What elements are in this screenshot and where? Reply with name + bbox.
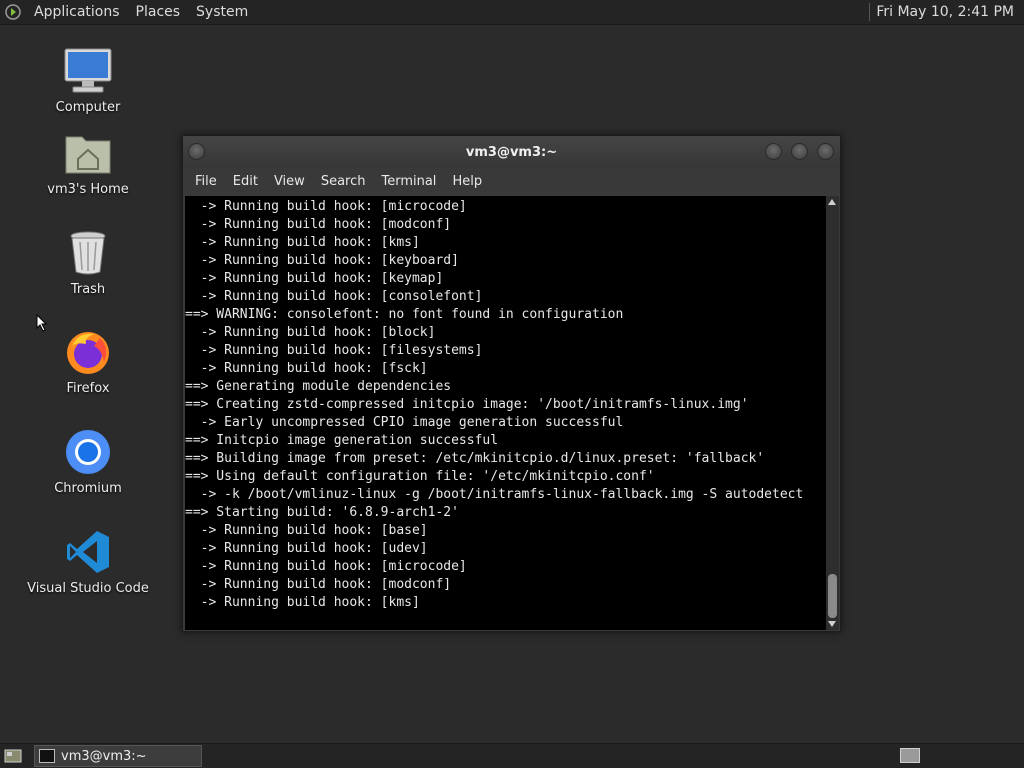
home-folder-icon bbox=[62, 128, 114, 178]
show-desktop-icon[interactable] bbox=[2, 747, 24, 765]
clock[interactable]: Fri May 10, 2:41 PM bbox=[876, 4, 1024, 20]
terminal-output[interactable]: -> Running build hook: [microcode] -> Ru… bbox=[185, 196, 826, 630]
desktop-icon-chromium[interactable]: Chromium bbox=[28, 427, 148, 496]
desktop-icon-trash[interactable]: Trash bbox=[28, 228, 148, 297]
menu-help[interactable]: Help bbox=[444, 174, 490, 189]
trash-icon bbox=[62, 228, 114, 278]
terminal-icon bbox=[39, 749, 55, 763]
terminal-line: -> Running build hook: [keyboard] bbox=[185, 253, 459, 268]
terminal-line: -> Early uncompressed CPIO image generat… bbox=[185, 415, 624, 430]
top-panel: Applications Places System Fri May 10, 2… bbox=[0, 0, 1024, 25]
taskbar-window-label: vm3@vm3:~ bbox=[61, 748, 147, 764]
terminal-line: -> Running build hook: [kms] bbox=[185, 595, 420, 610]
desktop-icon-label: Trash bbox=[70, 282, 106, 297]
terminal-line: -> Running build hook: [microcode] bbox=[185, 199, 467, 214]
menu-edit[interactable]: Edit bbox=[225, 174, 266, 189]
scroll-down-arrow-icon[interactable] bbox=[828, 621, 836, 627]
distro-logo-icon[interactable] bbox=[0, 0, 26, 25]
menu-search[interactable]: Search bbox=[313, 174, 374, 189]
chromium-icon bbox=[62, 427, 114, 477]
bottom-panel: vm3@vm3:~ bbox=[0, 743, 1024, 768]
vscode-icon bbox=[62, 527, 114, 577]
terminal-line: -> Running build hook: [modconf] bbox=[185, 577, 452, 592]
desktop-icon-label: Chromium bbox=[54, 481, 122, 496]
terminal-line: -> Running build hook: [kms] bbox=[185, 235, 420, 250]
applications-menu[interactable]: Applications bbox=[26, 0, 128, 25]
maximize-button[interactable] bbox=[791, 143, 808, 160]
scroll-up-arrow-icon[interactable] bbox=[828, 199, 836, 205]
terminal-line: -> Running build hook: [base] bbox=[185, 523, 428, 538]
computer-icon bbox=[62, 46, 114, 96]
menu-terminal[interactable]: Terminal bbox=[373, 174, 444, 189]
desktop-icon-label: vm3's Home bbox=[47, 182, 129, 197]
terminal-line: -> Running build hook: [microcode] bbox=[185, 559, 467, 574]
taskbar-window-button[interactable]: vm3@vm3:~ bbox=[34, 745, 202, 767]
terminal-menubar: File Edit View Search Terminal Help bbox=[183, 168, 840, 195]
terminal-line: -> Running build hook: [keymap] bbox=[185, 271, 444, 286]
desktop-icon-firefox[interactable]: Firefox bbox=[28, 327, 148, 396]
close-button[interactable] bbox=[817, 143, 834, 160]
panel-separator bbox=[869, 3, 871, 21]
desktop-icon-computer[interactable]: Computer bbox=[28, 46, 148, 115]
terminal-window[interactable]: vm3@vm3:~ File Edit View Search Terminal… bbox=[182, 135, 841, 632]
system-menu[interactable]: System bbox=[188, 0, 256, 25]
terminal-line: ==> Initcpio image generation successful bbox=[185, 433, 499, 448]
workspace-switcher[interactable] bbox=[900, 748, 920, 763]
desktop-icon-vscode[interactable]: Visual Studio Code bbox=[27, 527, 149, 596]
minimize-button[interactable] bbox=[765, 143, 782, 160]
terminal-line: -> -k /boot/vmlinuz-linux -g /boot/initr… bbox=[185, 487, 804, 502]
firefox-icon bbox=[62, 327, 114, 377]
desktop-icon-home[interactable]: vm3's Home bbox=[28, 128, 148, 197]
desktop-icon-label: Computer bbox=[55, 100, 121, 115]
terminal-line: ==> Creating zstd-compressed initcpio im… bbox=[185, 397, 749, 412]
terminal-scrollbar[interactable] bbox=[826, 196, 839, 630]
terminal-line: -> Running build hook: [modconf] bbox=[185, 217, 452, 232]
terminal-line: ==> Generating module dependencies bbox=[185, 379, 452, 394]
terminal-line: -> Running build hook: [block] bbox=[185, 325, 436, 340]
terminal-line: ==> Using default configuration file: '/… bbox=[185, 469, 655, 484]
terminal-line: ==> Building image from preset: /etc/mki… bbox=[185, 451, 765, 466]
scrollbar-thumb[interactable] bbox=[828, 574, 837, 618]
terminal-line: -> Running build hook: [fsck] bbox=[185, 361, 428, 376]
window-title: vm3@vm3:~ bbox=[465, 144, 558, 160]
desktop-icon-label: Firefox bbox=[66, 381, 110, 396]
menu-file[interactable]: File bbox=[187, 174, 225, 189]
window-titlebar[interactable]: vm3@vm3:~ bbox=[183, 136, 840, 168]
terminal-line: ==> Starting build: '6.8.9-arch1-2' bbox=[185, 505, 459, 520]
terminal-line: -> Running build hook: [consolefont] bbox=[185, 289, 483, 304]
terminal-line: -> Running build hook: [udev] bbox=[185, 541, 428, 556]
terminal-line: ==> WARNING: consolefont: no font found … bbox=[185, 307, 624, 322]
desktop-icon-label: Visual Studio Code bbox=[27, 581, 149, 596]
places-menu[interactable]: Places bbox=[128, 0, 189, 25]
menu-view[interactable]: View bbox=[266, 174, 313, 189]
window-menu-button[interactable] bbox=[188, 143, 205, 160]
terminal-line: -> Running build hook: [filesystems] bbox=[185, 343, 483, 358]
mouse-pointer-icon bbox=[36, 313, 48, 336]
